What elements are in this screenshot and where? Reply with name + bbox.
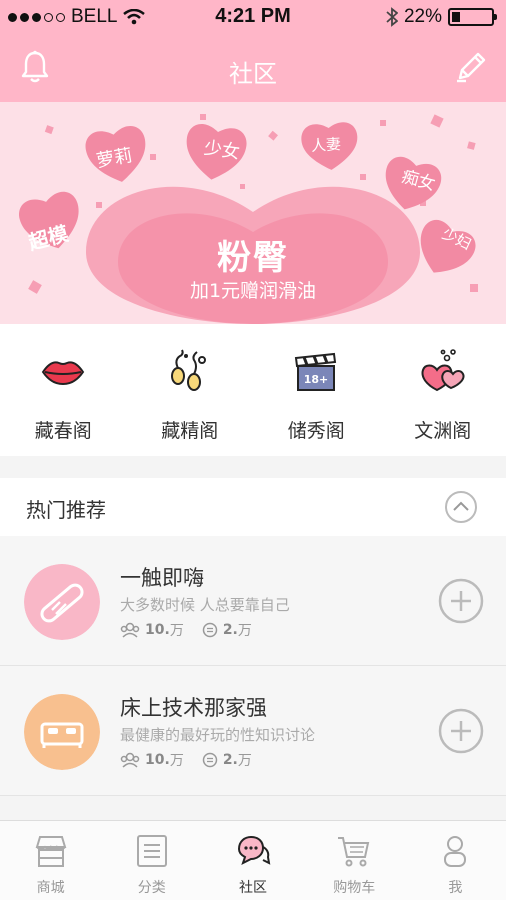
category-chuxiu[interactable]: 18+ 储秀阁 [253,324,380,456]
list-icon [136,835,167,867]
chevron-up-icon[interactable] [444,490,478,524]
heart-tag-3: 少女 [202,137,242,164]
sperm-icon [170,349,206,391]
topic-row[interactable]: 一触即嗨 大多数时候 人总要靠自己 10. 万 2. 万 [0,536,506,666]
members-count: 10. [145,622,170,638]
banner-subtitle: 加1元赠润滑油 [189,280,317,302]
topic-list: 一触即嗨 大多数时候 人总要靠自己 10. 万 2. 万 床上技术那家强 最健康… [0,536,506,796]
battery-percent: 22% [403,6,442,27]
lips-icon [42,361,85,386]
pencil-icon[interactable] [454,50,488,84]
clapperboard-18-icon: 18+ [295,352,337,391]
chat-icon [237,835,271,865]
tab-me[interactable]: 我 [405,821,506,900]
category-label: 文渊阁 [414,420,472,442]
category-cangchun[interactable]: 藏春阁 [0,324,127,456]
members-icon [120,752,140,768]
svg-text:18+: 18+ [304,373,329,386]
heart-tag-4: 人妻 [310,134,342,156]
members-icon [120,622,140,638]
topic-stats: 10. 万 2. 万 [120,620,270,640]
hot-recommend-header: 热门推荐 [0,478,506,536]
topic-title: 一触即嗨 [120,566,204,590]
posts-unit: 万 [237,753,252,769]
hearts-icon [421,349,465,392]
category-cangjing[interactable]: 藏精阁 [127,324,254,456]
category-wenyuan[interactable]: 文渊阁 [380,324,506,456]
battery-icon [448,8,497,26]
tab-label: 社区 [239,880,267,896]
members-unit: 万 [169,753,184,769]
topic-row[interactable]: 床上技术那家强 最健康的最好玩的性知识讨论 10. 万 2. 万 [0,666,506,796]
members-unit: 万 [169,623,184,639]
topic-desc: 最健康的最好玩的性知识讨论 [120,726,316,744]
topic-title: 床上技术那家强 [120,696,267,720]
members-count: 10. [145,752,170,768]
posts-unit: 万 [237,623,252,639]
page-title: 社区 [229,60,277,88]
topic-avatar [24,694,100,770]
category-label: 储秀阁 [287,420,345,442]
banner-title: 粉臀 [217,238,289,278]
cart-icon [338,837,370,867]
top-bar: BELL 4:21 PM 22% 社区 [0,0,506,102]
tab-label: 商城 [36,880,65,896]
tab-bar: 商城 分类 社区 购物车 我 [0,820,506,900]
tab-cart[interactable]: 购物车 [304,821,405,900]
category-row: 藏春阁 藏精阁 18+ 储秀阁 文渊阁 [0,324,506,456]
tab-category[interactable]: 分类 [101,821,202,900]
status-bar: BELL 4:21 PM 22% [0,0,506,34]
join-button[interactable] [438,708,484,754]
topic-avatar [24,564,100,640]
tab-community[interactable]: 社区 [202,821,303,900]
join-button[interactable] [438,578,484,624]
tab-label: 我 [448,880,463,896]
posts-count: 2. [222,622,238,638]
posts-count: 2. [222,752,238,768]
tab-label: 购物车 [333,880,376,896]
shop-icon [35,836,66,867]
tab-label: 分类 [137,880,166,896]
comment-icon [202,622,218,638]
person-icon [444,836,467,867]
section-title: 热门推荐 [26,498,106,522]
topic-desc: 大多数时候 人总要靠自己 [120,596,290,614]
category-label: 藏精阁 [161,420,219,442]
topic-stats: 10. 万 2. 万 [120,750,270,770]
tab-shop[interactable]: 商城 [0,821,101,900]
category-label: 藏春阁 [34,420,92,442]
promo-banner[interactable]: 超模 萝莉 少女 人妻 痴女 少妇 粉臀 加1元赠润滑油 [0,102,506,324]
comment-icon [202,752,218,768]
bluetooth-icon [386,7,398,27]
